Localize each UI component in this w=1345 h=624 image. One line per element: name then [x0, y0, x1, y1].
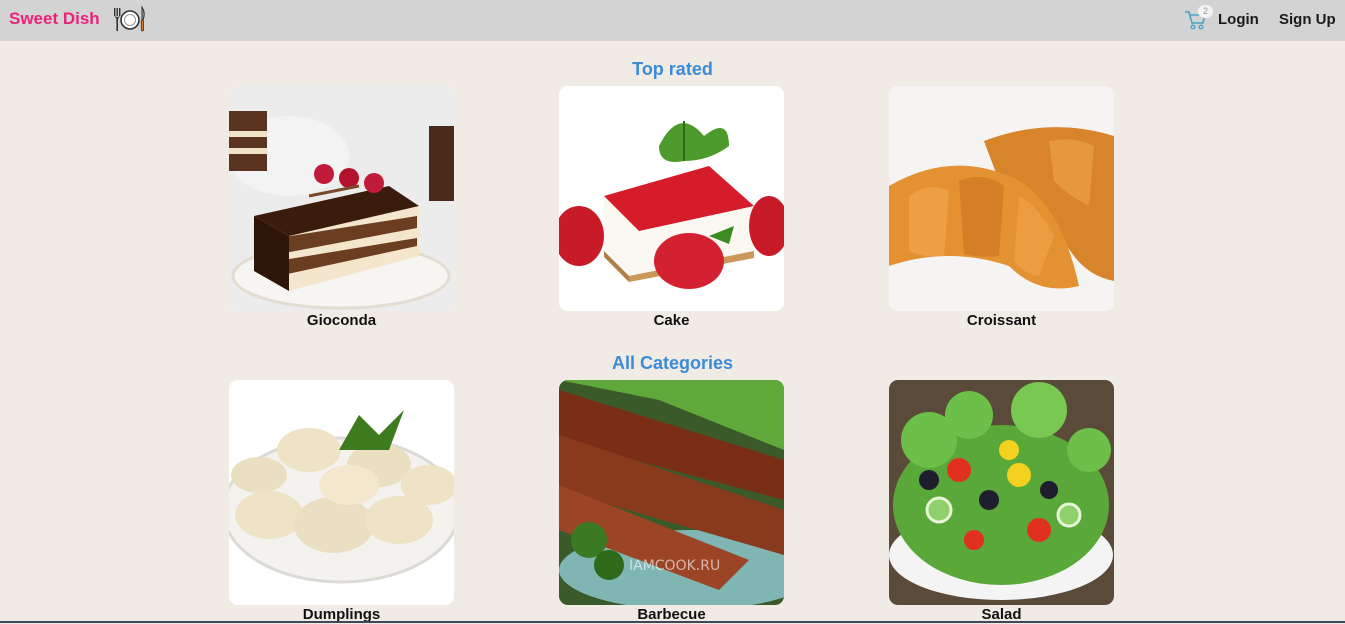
category-card-dumplings[interactable]: Dumplings: [229, 380, 454, 624]
dumplings-image[interactable]: [229, 380, 454, 605]
cart-count-badge: 2: [1198, 5, 1213, 18]
top-rated-heading: Top rated: [632, 59, 713, 79]
watermark-text: IAMCOOK.RU: [629, 558, 720, 574]
brand-logo-link[interactable]: Sweet Dish: [9, 9, 100, 29]
signup-link[interactable]: Sign Up: [1279, 11, 1336, 29]
barbecue-skewers-image[interactable]: IAMCOOK.RU: [559, 380, 784, 605]
product-card-croissant[interactable]: Croissant: [889, 86, 1114, 330]
greek-salad-image[interactable]: [889, 380, 1114, 605]
product-card-cake[interactable]: Cake: [559, 86, 784, 330]
top-navbar: Sweet Dish 2 Login Sign Up: [0, 0, 1345, 41]
product-label: Croissant: [966, 312, 1037, 329]
category-card-salad[interactable]: Salad: [889, 380, 1114, 624]
category-card-barbecue[interactable]: IAMCOOK.RU Barbecue: [559, 380, 784, 624]
croissants-image[interactable]: [889, 86, 1114, 311]
chocolate-layer-cake-image[interactable]: [229, 86, 454, 311]
plate-cutlery-icon: [114, 5, 145, 32]
login-link[interactable]: Login: [1218, 11, 1259, 29]
product-card-gioconda[interactable]: Gioconda: [229, 86, 454, 330]
product-label: Gioconda: [306, 312, 377, 329]
product-label: Cake: [653, 312, 690, 329]
all-categories-heading: All Categories: [611, 353, 734, 373]
strawberry-cheesecake-image[interactable]: [559, 86, 784, 311]
